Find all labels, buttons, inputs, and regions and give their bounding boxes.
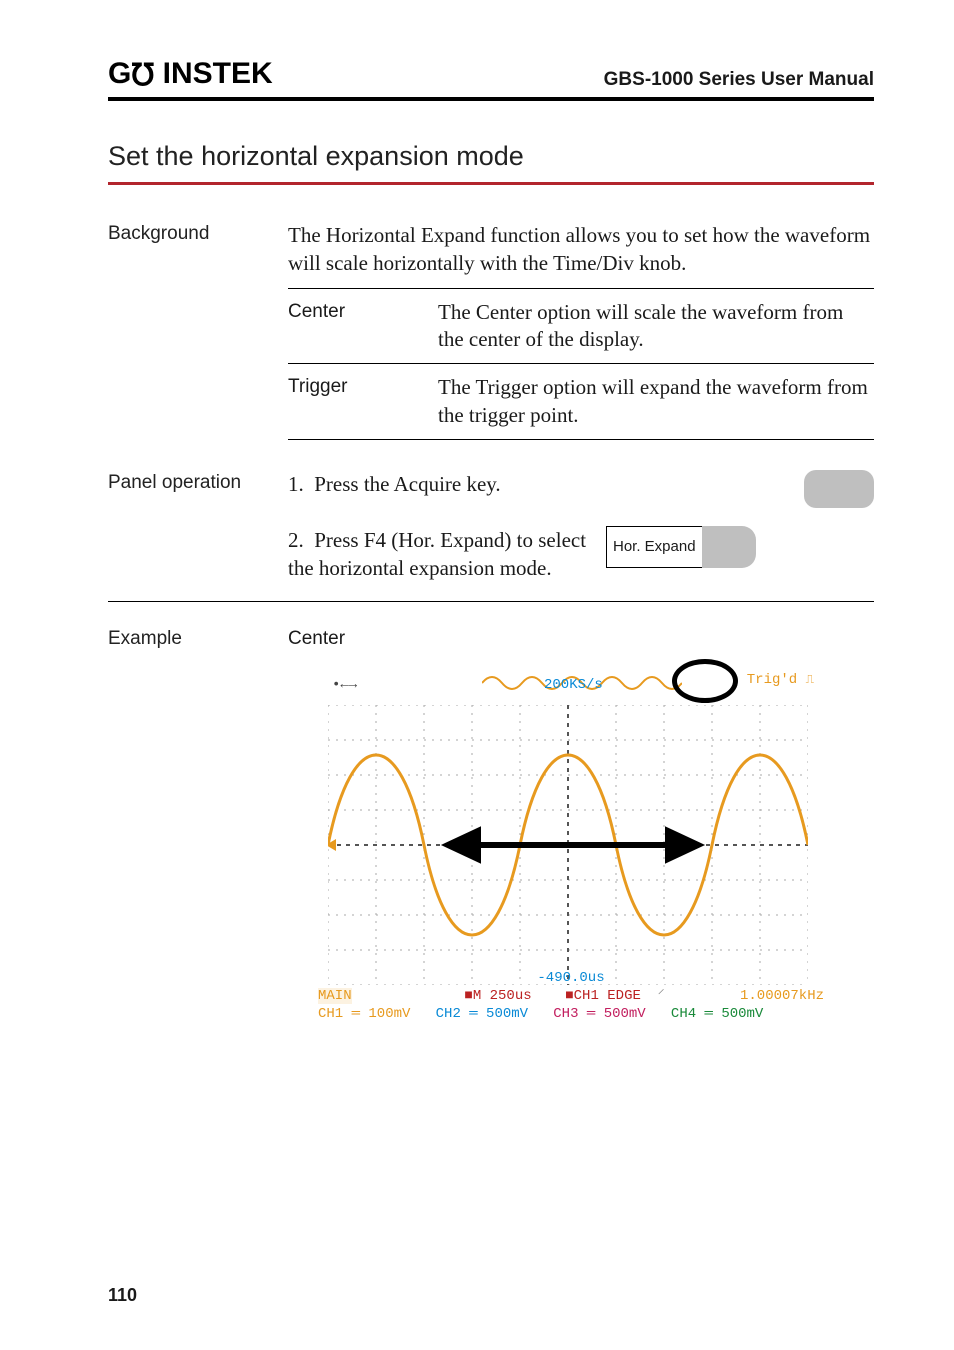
readout-trigger-src: ■CH1 EDGE — [565, 988, 641, 1004]
readout-ch4: CH4 ═ 500mV — [671, 1006, 763, 1022]
step-1: 1. Press the Acquire key. — [288, 470, 874, 508]
oscilloscope-screenshot: •←→ 200KS/s Trig'd ⎍ — [308, 665, 828, 1025]
example-subhead: Center — [288, 626, 874, 652]
section-title: Set the horizontal expansion mode — [108, 141, 874, 185]
step-2: 2. Press F4 (Hor. Expand) to select the … — [288, 526, 874, 583]
readout-freq: 1.00007kHz — [740, 987, 824, 1005]
doc-title: GBS-1000 Series User Manual — [604, 69, 874, 91]
background-block: Background The Horizontal Expand functio… — [108, 221, 874, 440]
page-number: 110 — [108, 1285, 137, 1306]
background-intro: The Horizontal Expand function allows yo… — [288, 221, 874, 278]
step-number: 1. — [288, 472, 304, 496]
readout-timebase: ■M 250us — [464, 988, 531, 1004]
step-number: 2. — [288, 528, 304, 552]
scope-readout: -490.0us MAIN ■M 250us ■CH1 EDGE ⸍ 1.000… — [318, 969, 824, 1024]
background-label: Background — [108, 221, 288, 245]
readout-main: MAIN — [318, 988, 352, 1004]
highlight-circle-icon — [672, 659, 738, 703]
row-value: The Center option will scale the wavefor… — [438, 299, 874, 354]
table-row: Trigger The Trigger option will expand t… — [288, 364, 874, 440]
page-header: G℧ INSTEK GBS-1000 Series User Manual — [108, 56, 874, 101]
example-label: Example — [108, 626, 288, 650]
readout-ch1: CH1 ═ 100mV — [318, 1006, 410, 1022]
scope-topbar: •←→ 200KS/s Trig'd ⎍ — [332, 671, 818, 699]
table-row: Center The Center option will scale the … — [288, 289, 874, 365]
panel-operation-block: Panel operation 1. Press the Acquire key… — [108, 470, 874, 602]
softkey-label: Hor. Expand — [606, 526, 702, 568]
readout-ch2: CH2 ═ 500mV — [436, 1006, 528, 1022]
readout-ch3: CH3 ═ 500mV — [553, 1006, 645, 1022]
brand-logo: G℧ INSTEK — [108, 56, 273, 91]
step-text: Press F4 (Hor. Expand) to select the hor… — [288, 528, 586, 580]
trigger-status: Trig'd ⎍ — [747, 671, 814, 690]
background-table: Center The Center option will scale the … — [288, 288, 874, 440]
example-block: Example Center •←→ 200KS/s Trig'd ⎍ — [108, 626, 874, 1026]
sample-rate: 200KS/s — [544, 676, 603, 695]
acquire-key-icon — [804, 470, 874, 508]
softkey-f4: Hor. Expand — [606, 526, 756, 568]
row-value: The Trigger option will expand the wavef… — [438, 374, 874, 429]
cursor-time: -490.0us — [537, 970, 604, 986]
row-key: Trigger — [288, 374, 438, 429]
softkey-button-icon — [702, 526, 756, 568]
step-text: Press the Acquire key. — [314, 472, 500, 496]
scope-grid: 1 — [328, 705, 808, 985]
row-key: Center — [288, 299, 438, 354]
panel-label: Panel operation — [108, 470, 288, 494]
left-arrow-icon: •←→ — [332, 676, 357, 695]
